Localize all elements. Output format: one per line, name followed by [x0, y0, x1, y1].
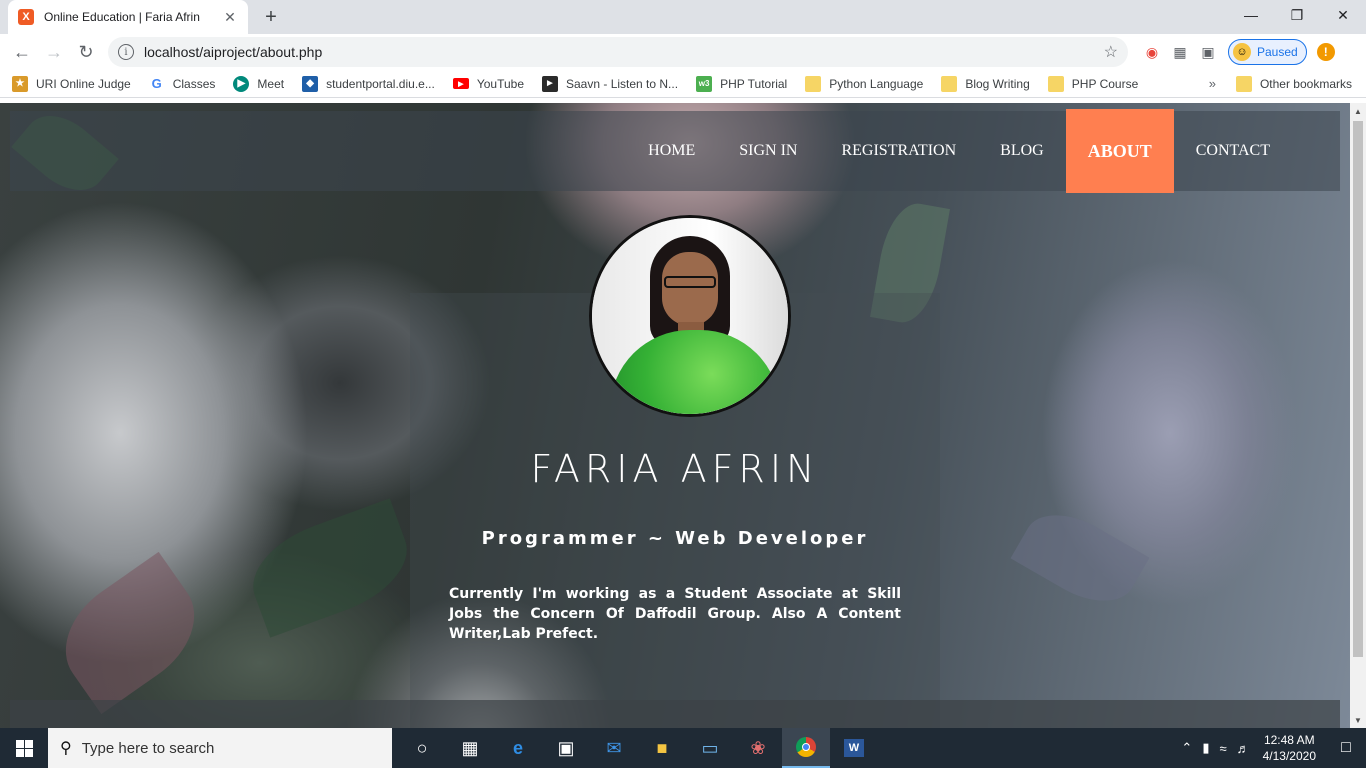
- clock-date: 4/13/2020: [1262, 749, 1316, 763]
- scroll-down-arrow-icon[interactable]: ▼: [1350, 712, 1366, 728]
- bookmark-youtube[interactable]: ▶ YouTube: [452, 77, 524, 91]
- bookmark-star-icon[interactable]: ☆: [1104, 42, 1118, 62]
- profile-photo: [589, 215, 791, 417]
- folder-icon: [1047, 75, 1064, 92]
- background-leaf: [43, 551, 217, 715]
- notifications-icon[interactable]: □: [1326, 728, 1366, 768]
- store-icon[interactable]: ▣: [542, 728, 590, 768]
- chrome-icon[interactable]: [782, 728, 830, 768]
- reload-button[interactable]: ↻: [70, 36, 102, 68]
- windows-logo-icon: [15, 739, 33, 757]
- word-icon[interactable]: W: [830, 728, 878, 768]
- profile-role-text: Programmer ~ Web Developer: [481, 528, 869, 549]
- clock-time: 12:48 AM: [1263, 733, 1315, 747]
- folder-icon: [941, 75, 958, 92]
- meet-icon: ▶: [233, 75, 250, 92]
- forward-button[interactable]: →: [38, 36, 70, 68]
- address-bar[interactable]: i localhost/aiproject/about.php ☆: [108, 37, 1128, 67]
- bookmark-uri-online-judge[interactable]: ★ URI Online Judge: [12, 75, 131, 92]
- grammarly-extension-icon[interactable]: ◉: [1138, 38, 1166, 66]
- bookmark-folder-python[interactable]: Python Language: [805, 75, 923, 92]
- portal-icon: ◆: [302, 75, 319, 92]
- tab-close-icon[interactable]: ✕: [222, 9, 238, 26]
- new-tab-button[interactable]: +: [258, 4, 284, 30]
- profile-bio: Currently I'm working as a Student Assoc…: [449, 586, 901, 642]
- mail-icon[interactable]: ✉: [590, 728, 638, 768]
- bookmark-saavn[interactable]: ► Saavn - Listen to N...: [542, 75, 678, 92]
- taskbar-search-box[interactable]: ⚲ Type here to search: [48, 728, 392, 768]
- minimize-button[interactable]: —: [1228, 0, 1274, 30]
- volume-icon[interactable]: ♬: [1237, 741, 1250, 756]
- close-window-button[interactable]: ✕: [1320, 0, 1366, 30]
- bookmark-folder-php-course[interactable]: PHP Course: [1047, 75, 1138, 92]
- system-tray: ⌃ ▮ ≈ ♬ 12:48 AM 4/13/2020 □: [1176, 728, 1366, 768]
- bookmark-studentportal[interactable]: ◆ studentportal.diu.e...: [302, 75, 435, 92]
- other-bookmarks[interactable]: Other bookmarks: [1235, 70, 1352, 98]
- w3-icon: w3: [696, 75, 713, 92]
- nav-about-link[interactable]: ABOUT: [1065, 109, 1174, 193]
- profile-name: FARIA AFRIN: [530, 447, 820, 491]
- trophy-icon: ★: [12, 75, 28, 92]
- back-button[interactable]: ←: [6, 36, 38, 68]
- profile-status: Paused: [1257, 45, 1298, 59]
- calculator-extension-icon[interactable]: ▦: [1166, 38, 1194, 66]
- google-icon: G: [148, 75, 165, 92]
- tab-title: Online Education | Faria Afrin: [44, 10, 200, 24]
- update-alert-icon[interactable]: !: [1316, 43, 1335, 61]
- nav-menu: HOME SIGN IN REGISTRATION BLOG ABOUT CON…: [626, 109, 1292, 193]
- bookmarks-overflow-icon[interactable]: »: [1209, 76, 1216, 91]
- bookmark-folder-blog[interactable]: Blog Writing: [941, 75, 1030, 92]
- paint-icon[interactable]: ❀: [734, 728, 782, 768]
- bookmarks-bar: ★ URI Online Judge G Classes ▶ Meet ◆ studen…: [0, 70, 1366, 98]
- bookmark-meet[interactable]: ▶ Meet: [233, 75, 284, 92]
- task-view-icon[interactable]: ▦: [446, 728, 494, 768]
- tab-strip: X Online Education | Faria Afrin ✕ + — ❐…: [0, 0, 1366, 34]
- browser-tab[interactable]: X Online Education | Faria Afrin ✕: [8, 0, 248, 34]
- nav-blog-link[interactable]: BLOG: [978, 109, 1066, 193]
- profile-role: Programmer ~ Web Developer: [0, 528, 1350, 549]
- search-icon: ⚲: [60, 740, 72, 757]
- site-navbar: HOME SIGN IN REGISTRATION BLOG ABOUT CON…: [10, 109, 1340, 193]
- window-controls: — ❐ ✕: [1228, 0, 1366, 30]
- page-scrollbar[interactable]: ▲ ▼: [1350, 103, 1366, 728]
- extensions-area: ◉ ▦ ▣ ☺ Paused !: [1138, 37, 1335, 67]
- file-explorer-icon[interactable]: ■: [638, 728, 686, 768]
- cortana-icon[interactable]: ○: [398, 728, 446, 768]
- background-leaf: [239, 498, 421, 638]
- youtube-icon: ▶: [452, 78, 469, 89]
- site-info-icon[interactable]: i: [118, 44, 134, 60]
- scroll-up-arrow-icon[interactable]: ▲: [1350, 103, 1366, 119]
- chevron-up-icon[interactable]: ⌃: [1181, 740, 1192, 756]
- page-footer-band: [10, 700, 1340, 728]
- start-button[interactable]: [0, 728, 48, 768]
- battery-icon[interactable]: ▮: [1202, 740, 1209, 756]
- camera-extension-icon[interactable]: ▣: [1194, 38, 1222, 66]
- page-viewport: HOME SIGN IN REGISTRATION BLOG ABOUT CON…: [0, 103, 1350, 728]
- saavn-icon: ►: [542, 75, 558, 92]
- background-leaf: [1010, 497, 1150, 619]
- nav-sign-in-link[interactable]: SIGN IN: [717, 109, 819, 193]
- bookmark-php-tutorial[interactable]: w3 PHP Tutorial: [696, 75, 787, 92]
- folder-icon: [1235, 76, 1252, 92]
- profile-button[interactable]: ☺ Paused: [1228, 39, 1307, 65]
- edge-icon[interactable]: e: [494, 728, 542, 768]
- remote-desktop-icon[interactable]: ▭: [686, 728, 734, 768]
- folder-icon: [805, 75, 822, 92]
- nav-home-link[interactable]: HOME: [626, 109, 717, 193]
- system-clock[interactable]: 12:48 AM 4/13/2020: [1263, 732, 1316, 764]
- profile-avatar-icon: ☺: [1233, 43, 1251, 61]
- browser-toolbar: ← → ↻ i localhost/aiproject/about.php ☆ …: [0, 34, 1366, 70]
- taskbar-apps: ○ ▦ e ▣ ✉ ■ ▭ ❀ W: [398, 728, 878, 768]
- xampp-favicon-icon: X: [18, 9, 34, 25]
- bookmark-classes[interactable]: G Classes: [148, 75, 215, 92]
- search-placeholder: Type here to search: [81, 739, 215, 757]
- nav-registration-link[interactable]: REGISTRATION: [819, 109, 978, 193]
- nav-contact-link[interactable]: CONTACT: [1174, 109, 1292, 193]
- wifi-icon[interactable]: ≈: [1219, 741, 1226, 756]
- url-text[interactable]: localhost/aiproject/about.php: [144, 44, 1104, 60]
- restore-button[interactable]: ❐: [1274, 0, 1320, 30]
- scroll-thumb[interactable]: [1353, 121, 1363, 657]
- windows-taskbar: ⚲ Type here to search ○ ▦ e ▣ ✉ ■ ▭ ❀ W …: [0, 728, 1366, 768]
